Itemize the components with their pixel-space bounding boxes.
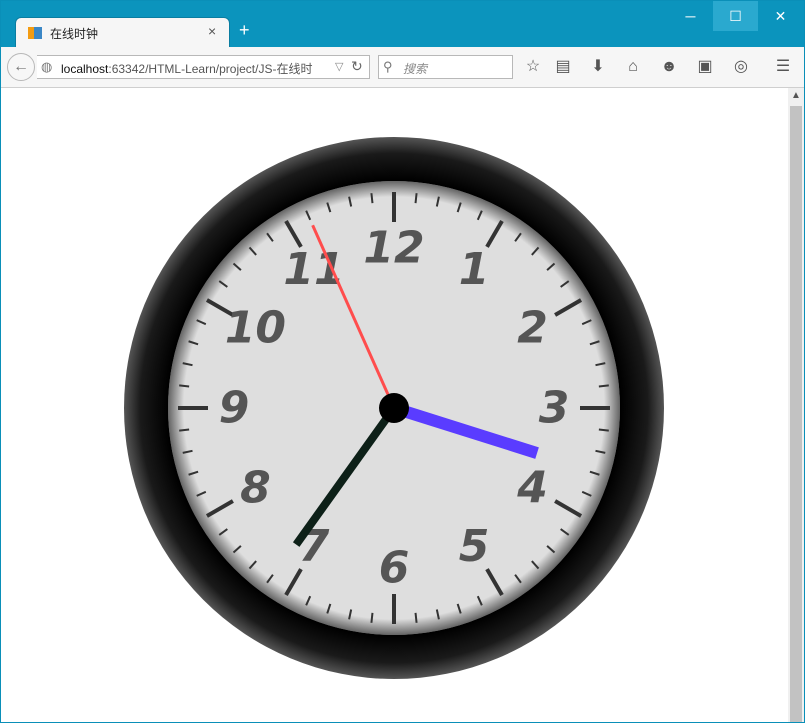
tab-close-icon[interactable]: × xyxy=(208,23,216,39)
minor-tick xyxy=(598,428,609,432)
url-bar[interactable]: ◍ localhost:63342/HTML-Learn/project/JS-… xyxy=(37,55,370,79)
minor-tick xyxy=(370,193,374,204)
page-content: 1 2 3 4 5 6 7 8 9 10 11 12 xyxy=(1,88,788,722)
clock-hub xyxy=(379,393,409,423)
maximize-button[interactable]: ☐ xyxy=(713,1,758,31)
navigation-toolbar: ← ◍ localhost:63342/HTML-Learn/project/J… xyxy=(1,47,804,88)
extension-icon[interactable]: ▣ xyxy=(694,56,716,78)
clock-numeral: 1 xyxy=(459,244,490,295)
clock-numeral: 8 xyxy=(240,463,271,514)
close-window-button[interactable]: ✕ xyxy=(758,1,803,31)
scroll-up-icon[interactable]: ▲ xyxy=(788,88,804,104)
back-arrow-icon[interactable]: ← xyxy=(7,53,35,81)
url-host: localhost xyxy=(61,62,109,76)
new-tab-button[interactable]: + xyxy=(239,21,250,39)
sublime-icon xyxy=(28,27,42,39)
url-dropdown-icon[interactable]: ▽ xyxy=(335,60,343,73)
bookmark-star-icon[interactable]: ☆ xyxy=(522,56,544,78)
menu-icon[interactable]: ☰ xyxy=(772,56,794,78)
minor-tick xyxy=(414,612,418,623)
url-path: :63342/HTML-Learn/project/JS-在线时 xyxy=(108,62,313,76)
reading-list-icon[interactable]: ▤ xyxy=(552,56,574,78)
clock-numeral: 12 xyxy=(363,223,424,274)
clock: 1234567891011 12 xyxy=(124,137,664,679)
home-icon[interactable]: ⌂ xyxy=(622,56,644,78)
search-icon: ⚲ xyxy=(383,59,393,74)
clock-numeral: 10 xyxy=(225,303,286,354)
clock-numeral: 11 xyxy=(283,244,344,295)
minimize-button[interactable]: ─ xyxy=(668,1,713,31)
search-input[interactable]: ⚲ 搜索 xyxy=(378,55,513,79)
minor-tick xyxy=(414,193,418,204)
tab-title: 在线时钟 xyxy=(50,27,99,41)
clock-numeral: 4 xyxy=(516,463,548,514)
clock-numeral: 5 xyxy=(459,521,490,572)
download-icon[interactable]: ⬇ xyxy=(587,56,609,78)
vertical-scrollbar[interactable]: ▲ xyxy=(788,88,804,722)
title-bar: 在线时钟 × + ─ ☐ ✕ xyxy=(1,1,804,48)
browser-tab[interactable]: 在线时钟 × xyxy=(15,17,230,48)
scroll-thumb[interactable] xyxy=(790,106,802,722)
clock-numeral: 6 xyxy=(379,543,410,594)
clock-numeral: 3 xyxy=(539,383,570,434)
reload-icon[interactable]: ↻ xyxy=(351,58,363,75)
minor-tick xyxy=(179,384,190,388)
clock-numeral: 9 xyxy=(219,383,250,434)
chat-icon[interactable]: ☻ xyxy=(658,56,680,78)
minor-tick xyxy=(179,428,190,432)
minor-tick xyxy=(370,612,374,623)
minor-tick xyxy=(598,384,609,388)
clock-numeral: 2 xyxy=(517,303,548,354)
search-placeholder: 搜索 xyxy=(403,62,428,76)
url-text: localhost:63342/HTML-Learn/project/JS-在线… xyxy=(61,60,323,77)
dashboard-icon[interactable]: ◎ xyxy=(730,56,752,78)
browser-window: 在线时钟 × + ─ ☐ ✕ ← ◍ localhost:63342/HTML-… xyxy=(0,0,805,723)
globe-icon: ◍ xyxy=(41,59,53,74)
